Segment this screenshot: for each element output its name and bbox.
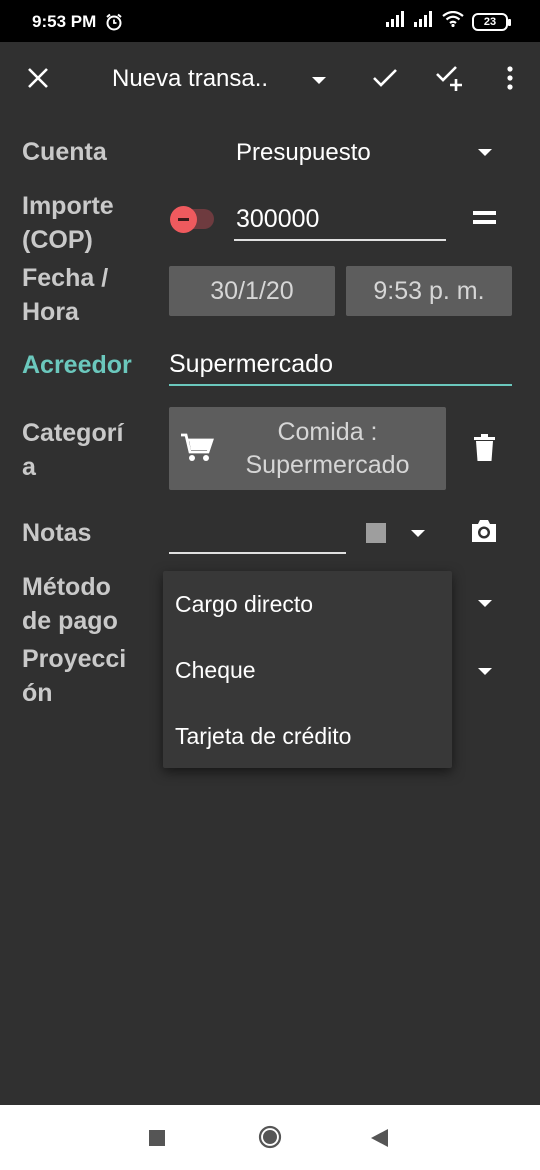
menu-item-tarjeta-credito[interactable]: Tarjeta de crédito: [175, 723, 351, 750]
payment-method-label-line2: de pago: [22, 607, 118, 635]
close-button[interactable]: [16, 58, 60, 102]
check-plus-icon: [435, 64, 465, 97]
payment-method-menu: Cargo directo Cheque Tarjeta de crédito: [163, 571, 452, 768]
save-and-new-button[interactable]: [428, 58, 472, 102]
amount-label-line2: (COP): [22, 226, 93, 254]
payee-underline: [169, 384, 512, 386]
time-button[interactable]: 9:53 p. m.: [346, 266, 512, 316]
calculator-equals-icon[interactable]: [473, 211, 496, 229]
notes-label: Notas: [22, 519, 92, 547]
account-select[interactable]: Presupuesto: [236, 139, 371, 167]
menu-item-cargo-directo[interactable]: Cargo directo: [175, 591, 313, 618]
notes-underline: [169, 552, 346, 554]
account-label: Cuenta: [22, 138, 107, 166]
color-picker-swatch[interactable]: [366, 523, 386, 543]
projection-dropdown-icon[interactable]: [478, 668, 492, 675]
dropdown-icon: [312, 76, 326, 84]
category-value-line1: Comida :: [277, 417, 378, 446]
payment-method-label-line1: Método: [22, 573, 111, 601]
recents-square-icon[interactable]: [149, 1130, 165, 1151]
menu-item-cheque[interactable]: Cheque: [175, 657, 256, 684]
status-icons: 23: [386, 10, 511, 32]
battery-level: 23: [483, 15, 497, 28]
home-circle-icon[interactable]: [258, 1125, 282, 1154]
battery-icon: 23: [472, 12, 511, 31]
payment-method-dropdown-icon[interactable]: [478, 600, 492, 607]
minus-icon[interactable]: [170, 206, 197, 233]
status-time: 9:53 PM: [32, 12, 97, 31]
projection-label-line1: Proyecci: [22, 645, 127, 673]
category-value-line2: Supermercado: [245, 450, 410, 479]
title-dropdown-button[interactable]: [297, 58, 341, 102]
projection-label-line2: ón: [22, 679, 53, 707]
wifi-icon: [442, 10, 464, 32]
category-label-line1: Categorí: [22, 419, 124, 447]
category-label-line2: a: [22, 453, 36, 481]
signal-icon: [386, 11, 406, 32]
payee-label: Acreedor: [22, 351, 132, 379]
page-title[interactable]: Nueva transa..: [112, 65, 268, 93]
system-nav-bar: [0, 1105, 540, 1170]
amount-input[interactable]: 300000: [236, 205, 319, 234]
save-button[interactable]: [363, 58, 407, 102]
back-triangle-icon[interactable]: [371, 1129, 389, 1152]
camera-icon[interactable]: [470, 519, 498, 548]
close-icon: [27, 67, 49, 94]
color-dropdown-icon[interactable]: [411, 530, 425, 537]
amount-underline: [234, 239, 446, 241]
more-options-button[interactable]: [488, 58, 532, 102]
datetime-label-line2: Hora: [22, 298, 79, 326]
check-icon: [372, 68, 398, 93]
delete-icon[interactable]: [474, 434, 495, 466]
account-dropdown-icon[interactable]: [478, 149, 492, 156]
alarm-icon: [105, 13, 123, 36]
shopping-cart-icon: [180, 433, 214, 468]
payee-input[interactable]: Supermercado: [169, 350, 333, 379]
more-vert-icon: [507, 65, 513, 95]
amount-label-line1: Importe: [22, 192, 114, 220]
app-bar: Nueva transa..: [0, 42, 540, 118]
date-button[interactable]: 30/1/20: [169, 266, 335, 316]
signal-icon: [414, 11, 434, 32]
status-bar: 9:53 PM 23: [0, 0, 540, 42]
datetime-label-line1: Fecha /: [22, 264, 109, 292]
